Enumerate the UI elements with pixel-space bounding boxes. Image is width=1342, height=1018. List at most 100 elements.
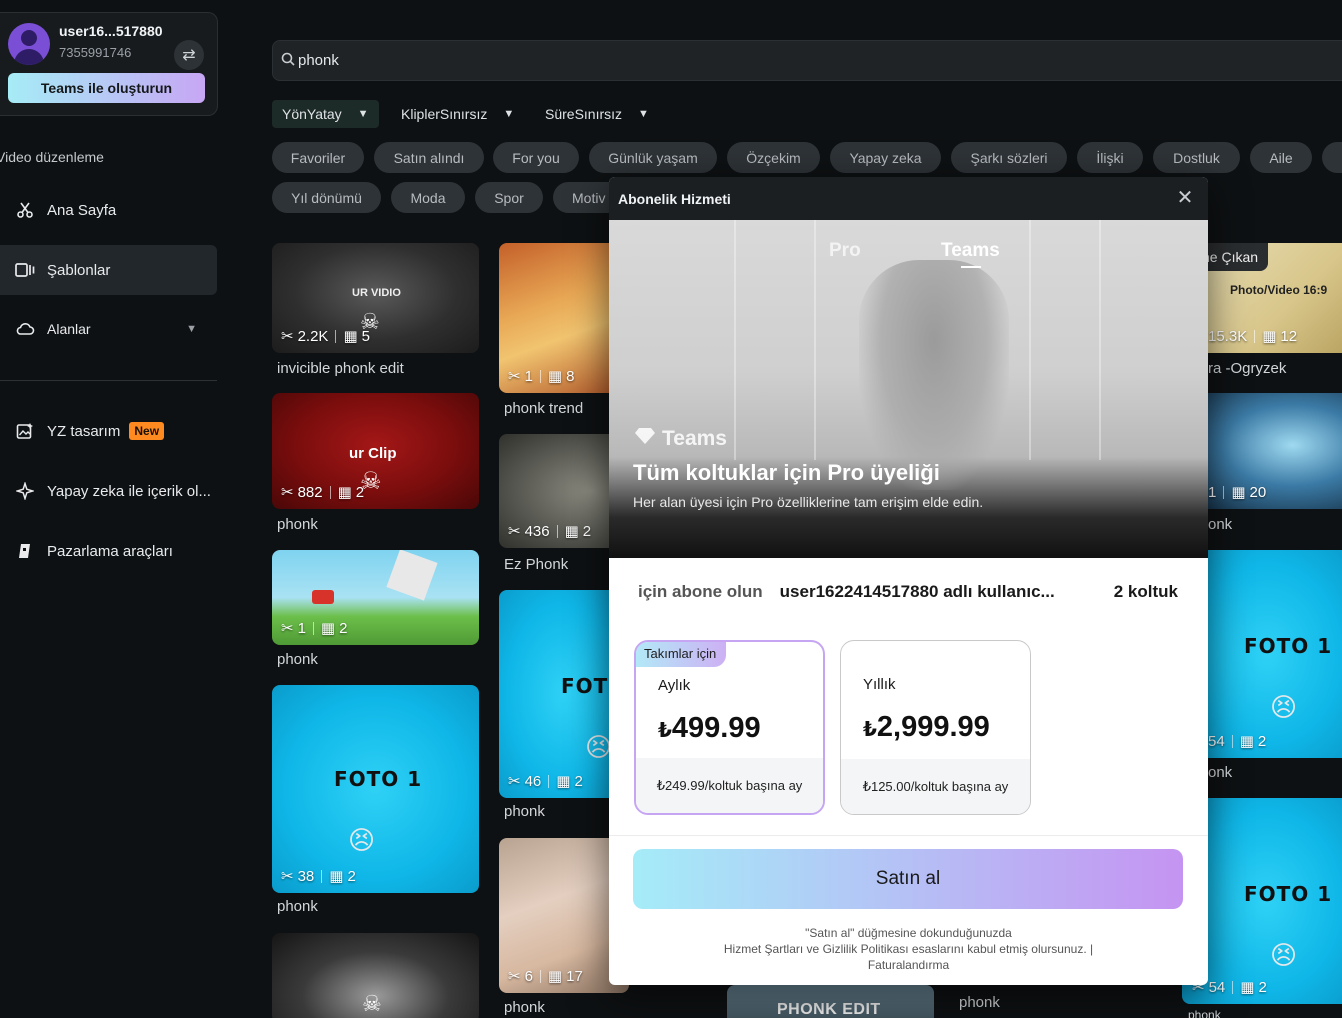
sign-shape	[386, 550, 438, 601]
subscribe-account[interactable]: user1622414517880 adlı kullanıc...	[780, 582, 1055, 602]
template-card[interactable]: ☠	[272, 933, 479, 1018]
diamond-icon	[634, 427, 656, 451]
sidebar-item-templates[interactable]: Şablonlar	[0, 245, 217, 295]
hero-headline: Tüm koltuklar için Pro üyeliği	[633, 460, 940, 485]
skull-icon: ☠	[362, 991, 382, 1016]
close-icon[interactable]: ✕	[1174, 187, 1196, 209]
scissors-icon: ✂	[508, 523, 521, 540]
card-title: phonk	[504, 803, 545, 820]
clips-icon: ▦	[1240, 979, 1255, 996]
user-name: user16...517880	[59, 23, 163, 39]
billing-link[interactable]: Faturalandırma	[609, 957, 1208, 973]
sidebar-item-label: Ana Sayfa	[47, 201, 117, 219]
card-uses: 1	[524, 367, 533, 385]
sidebar-item-spaces[interactable]: Alanlar ▼	[0, 304, 217, 354]
card-meta: ✂ 436 ▦ 2	[508, 522, 591, 541]
template-card[interactable]: FOTO 1 😣 ✂ 38 ▦ 2	[272, 685, 479, 893]
chip-anniversary[interactable]: Yıl dönümü	[272, 182, 381, 213]
template-card[interactable]: ur Clip ☠ ✂ 882 ▦ 2	[272, 393, 479, 509]
card-meta: ✂ 1 ▦ 2	[281, 619, 347, 638]
filter-direction[interactable]: YönYatay ▼	[272, 100, 379, 128]
search-query: phonk	[298, 52, 339, 69]
chip-fashion[interactable]: Moda	[391, 182, 465, 213]
chip-ai[interactable]: Yapay zeka	[830, 142, 941, 173]
avatar[interactable]	[8, 23, 50, 65]
filter-label: YönYatay	[282, 106, 342, 122]
scissors-icon: ✂	[281, 484, 294, 501]
template-card[interactable]: PHONK EDIT	[727, 985, 934, 1018]
sidebar-item-home[interactable]: Ana Sayfa	[0, 185, 217, 235]
sidebar-item-marketing[interactable]: Pazarlama araçları	[0, 526, 217, 576]
card-overlay-text: Photo/Video 16:9	[1230, 283, 1328, 297]
chip-more[interactable]	[1322, 142, 1342, 173]
card-uses: 38	[297, 867, 315, 885]
sidebar: user16...517880 7355991746 ⇄ Teams ile o…	[0, 0, 232, 1018]
tab-underline	[961, 266, 981, 268]
plan-price: ₺2,999.99	[863, 711, 990, 744]
card-title: onk	[1208, 516, 1233, 533]
chip-selfie[interactable]: Özçekim	[727, 142, 820, 173]
hero-banner: Pro Teams Teams Tüm koltuklar için Pro ü…	[609, 220, 1208, 558]
chevron-down-icon: ▼	[503, 108, 515, 120]
plan-price: ₺499.99	[658, 712, 761, 745]
teams-brand: Teams	[634, 427, 727, 451]
card-title: onk	[1208, 764, 1233, 781]
card-meta: 54 ▦ 2	[1208, 732, 1266, 751]
search-input[interactable]: phonk	[272, 40, 1342, 81]
section-label: Video düzenleme	[0, 149, 104, 165]
card-uses: 2.2K	[297, 327, 329, 345]
tab-pro[interactable]: Pro	[829, 240, 861, 262]
card-meta: 1 ▦ 20	[1208, 483, 1266, 502]
teams-create-button[interactable]: Teams ile oluşturun	[8, 73, 205, 103]
scissors-icon	[14, 199, 36, 221]
marketing-icon	[14, 540, 36, 562]
plan-tag: Takımlar için	[636, 642, 727, 667]
filter-duration[interactable]: SüreSınırsız ▼	[535, 100, 659, 128]
price-value: 2,999.99	[876, 711, 990, 743]
chip-relationship[interactable]: İlişki	[1077, 142, 1143, 173]
currency-symbol: ₺	[658, 720, 672, 742]
card-overlay-text: ur Clip	[349, 445, 397, 462]
switch-account-icon[interactable]: ⇄	[174, 40, 204, 70]
sparkle-icon	[14, 480, 36, 502]
chip-sport[interactable]: Spor	[475, 182, 543, 213]
chip-friendship[interactable]: Dostluk	[1153, 142, 1240, 173]
template-card[interactable]: ✂ 1 ▦ 2	[272, 550, 479, 645]
card-meta: ✂ 1 ▦ 8	[508, 367, 574, 386]
filter-clips[interactable]: KliplerSınırsız ▼	[391, 100, 524, 128]
clips-icon: ▦	[329, 868, 344, 885]
hero-subtitle: Her alan üyesi için Pro özelliklerine ta…	[633, 494, 984, 510]
chip-favorites[interactable]: Favoriler	[272, 142, 364, 173]
clips-icon: ▦	[337, 484, 352, 501]
scissors-icon: ✂	[281, 328, 294, 345]
chip-lyrics[interactable]: Şarkı sözleri	[951, 142, 1067, 173]
card-meta: ✂ 882 ▦ 2	[281, 483, 364, 502]
emoji-icon: 😣	[1270, 940, 1298, 970]
card-overlay-text: UR VIDIO	[352, 287, 401, 299]
card-uses: 1	[297, 619, 306, 637]
plan-yearly[interactable]: Yıllık ₺2,999.99 ₺125.00/koltuk başına a…	[840, 640, 1031, 815]
subscription-modal: Abonelik Hizmeti ✕ Pro Teams Teams Tüm k…	[609, 177, 1208, 985]
plan-name: Aylık	[658, 677, 691, 694]
tab-teams[interactable]: Teams	[941, 240, 1000, 262]
card-meta: ✂ 46 ▦ 2	[508, 772, 583, 791]
chip-family[interactable]: Aile	[1250, 142, 1312, 173]
account-panel: user16...517880 7355991746 ⇄ Teams ile o…	[0, 12, 218, 116]
card-overlay-text: FOTO 1	[1244, 882, 1333, 906]
seat-count[interactable]: 2 koltuk	[1114, 582, 1178, 602]
chevron-down-icon[interactable]: ▼	[186, 323, 197, 335]
buy-button[interactable]: Satın al	[633, 849, 1183, 909]
card-title: phonk	[277, 516, 318, 533]
sidebar-item-label: Pazarlama araçları	[47, 542, 173, 560]
filter-label: KliplerSınırsız	[401, 106, 488, 122]
clips-icon: ▦	[1231, 484, 1246, 501]
plan-monthly[interactable]: Takımlar için Aylık ₺499.99 ₺249.99/kolt…	[634, 640, 825, 815]
chip-for-you[interactable]: For you	[493, 142, 579, 173]
sidebar-item-ai-design[interactable]: YZ tasarım New	[0, 406, 217, 456]
terms-link[interactable]: Hizmet Şartları ve Gizlilik Politikası e…	[724, 942, 1093, 956]
sidebar-item-ai-content[interactable]: Yapay zeka ile içerik ol...	[0, 466, 217, 516]
chip-daily-life[interactable]: Günlük yaşam	[589, 142, 717, 173]
template-card[interactable]: UR VIDIO ☠ ✂ 2.2K ▦ 5	[272, 243, 479, 353]
chip-purchased[interactable]: Satın alındı	[374, 142, 484, 173]
scissors-icon: ✂	[281, 620, 294, 637]
